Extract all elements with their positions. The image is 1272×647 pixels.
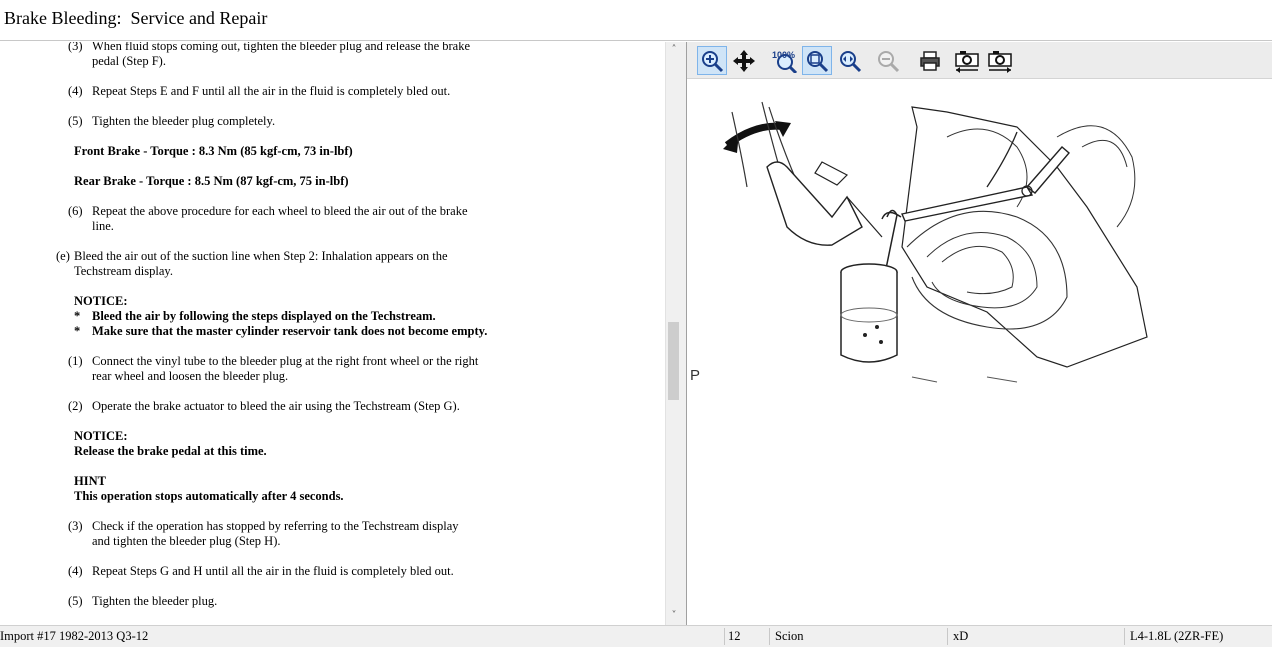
zoom-100-icon: 100% bbox=[772, 50, 797, 73]
diagram-corner-label: P bbox=[690, 367, 701, 384]
zoom-in-button[interactable] bbox=[697, 46, 727, 75]
title-bar: Brake Bleeding: Service and Repair bbox=[0, 0, 1272, 41]
bottle-body bbox=[840, 272, 898, 363]
pan-icon bbox=[733, 49, 755, 72]
notice-heading: NOTICE: bbox=[74, 294, 128, 308]
hint-text: This operation stops automatically after… bbox=[74, 489, 344, 503]
notice-text: Release the brake pedal at this time. bbox=[74, 444, 267, 458]
status-engine: L4-1.8L (2ZR-FE) bbox=[1130, 629, 1224, 643]
zoom-width-button[interactable] bbox=[835, 46, 865, 75]
bullet-mark: * bbox=[74, 324, 81, 338]
step-number: (6) bbox=[68, 204, 83, 218]
step-text-line: Connect the vinyl tube to the bleeder pl… bbox=[92, 354, 479, 368]
status-make: Scion bbox=[775, 629, 804, 643]
zoom-100-label: 100% bbox=[772, 50, 795, 60]
step-text-line: When fluid stops coming out, tighten the… bbox=[92, 42, 471, 53]
zoom-fit-button[interactable] bbox=[802, 46, 832, 75]
step-text-line: Operate the brake actuator to bleed the … bbox=[92, 399, 460, 413]
status-model: xD bbox=[953, 629, 969, 643]
hint-heading: HINT bbox=[74, 474, 106, 488]
step-text-line: Repeat Steps G and H until all the air i… bbox=[92, 564, 454, 578]
step-number: (5) bbox=[68, 594, 83, 608]
step-text-line: Repeat the above procedure for each whee… bbox=[92, 204, 468, 218]
zoom-100-button[interactable]: 100% bbox=[769, 46, 799, 75]
vertical-scrollbar[interactable]: ˄ ˅ bbox=[665, 42, 681, 625]
step-text-line: Repeat Steps E and F until all the air i… bbox=[92, 84, 451, 98]
scroll-down-icon[interactable]: ˅ bbox=[666, 608, 682, 624]
step-text-line: and tighten the bleeder plug (Step H). bbox=[92, 534, 281, 548]
zoom-out-icon bbox=[878, 50, 900, 72]
step-number: (4) bbox=[68, 84, 83, 98]
bullet-text: Bleed the air by following the steps dis… bbox=[92, 309, 436, 323]
print-button[interactable] bbox=[915, 46, 945, 75]
notice-heading: NOTICE: bbox=[74, 429, 128, 443]
step-text-line: Tighten the bleeder plug. bbox=[92, 594, 218, 608]
scroll-up-icon[interactable]: ˄ bbox=[666, 42, 682, 58]
step-letter: (e) bbox=[56, 249, 70, 263]
step-number: (4) bbox=[68, 564, 83, 578]
image-toolbar: 100% bbox=[687, 42, 1272, 79]
step-number: (2) bbox=[68, 399, 83, 413]
copy-image-button[interactable] bbox=[952, 46, 982, 75]
zoom-fit-icon bbox=[807, 50, 829, 72]
step-text-line: Check if the operation has stopped by re… bbox=[92, 519, 459, 533]
step-text-line: Tighten the bleeder plug completely. bbox=[92, 114, 276, 128]
procedure-text-pane[interactable]: (3) When fluid stops coming out, tighten… bbox=[0, 42, 665, 625]
step-text-line: pedal (Step F). bbox=[92, 54, 166, 68]
step-text-line: Techstream display. bbox=[74, 264, 173, 278]
zoom-out-button[interactable] bbox=[873, 46, 903, 75]
window-title: Brake Bleeding: Service and Repair bbox=[4, 8, 268, 28]
status-divider bbox=[769, 628, 770, 645]
print-icon bbox=[920, 50, 940, 71]
bullet-mark: * bbox=[74, 309, 81, 323]
status-bar: Import #17 1982-2013 Q3-12 12 Scion xD L… bbox=[0, 625, 1272, 647]
illustration-pane: 100% P bbox=[687, 42, 1272, 625]
step-number: (5) bbox=[68, 114, 83, 128]
step-text-line: Bleed the air out of the suction line wh… bbox=[74, 249, 448, 263]
scrollbar-thumb[interactable] bbox=[668, 322, 679, 400]
torque-rear-spec: Rear Brake - Torque : 8.5 Nm (87 kgf-cm,… bbox=[74, 174, 349, 188]
copy-image-icon bbox=[955, 50, 979, 73]
step-number: (3) bbox=[68, 42, 83, 53]
status-divider bbox=[724, 628, 725, 645]
status-divider bbox=[947, 628, 948, 645]
bullet-text: Make sure that the master cylinder reser… bbox=[92, 324, 488, 338]
status-source: Import #17 1982-2013 Q3-12 bbox=[0, 629, 149, 643]
save-image-icon bbox=[988, 50, 1012, 73]
pan-button[interactable] bbox=[729, 46, 759, 75]
status-year: 12 bbox=[728, 629, 741, 643]
torque-front-spec: Front Brake - Torque : 8.3 Nm (85 kgf-cm… bbox=[74, 144, 353, 158]
step-text-line: rear wheel and loosen the bleeder plug. bbox=[92, 369, 289, 383]
zoom-width-icon bbox=[840, 50, 862, 72]
save-image-button[interactable] bbox=[985, 46, 1015, 75]
zoom-in-icon bbox=[702, 50, 724, 72]
step-number: (1) bbox=[68, 354, 83, 368]
step-number: (3) bbox=[68, 519, 83, 533]
foot-shape bbox=[766, 161, 863, 246]
status-divider bbox=[1124, 628, 1125, 645]
brake-bleeding-illustration bbox=[723, 101, 1148, 383]
step-text-line: line. bbox=[92, 219, 114, 233]
